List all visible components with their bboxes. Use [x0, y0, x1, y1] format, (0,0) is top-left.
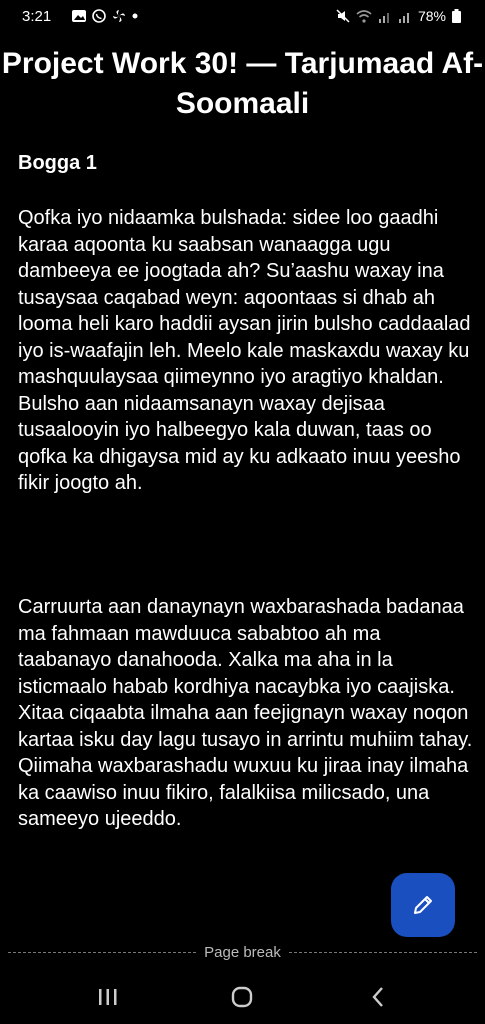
paragraph: Carruurta aan danaynayn waxbarashada bad… [18, 596, 473, 830]
signal-icon [378, 12, 389, 23]
recents-button[interactable] [88, 982, 128, 1012]
page-heading: Bogga 1 [18, 152, 97, 174]
wifi-icon [356, 9, 372, 23]
image-icon [72, 10, 86, 22]
divider [288, 951, 478, 953]
whatsapp-icon [92, 9, 106, 23]
signal-icon [398, 12, 409, 23]
back-button[interactable] [358, 982, 398, 1012]
battery-icon [452, 9, 461, 23]
mute-icon [336, 9, 350, 23]
notification-icons [72, 9, 138, 23]
home-icon [231, 986, 253, 1008]
back-icon [372, 987, 383, 1007]
page-break-label: Page break [204, 943, 281, 961]
dot-icon [132, 13, 138, 19]
recents-icon [99, 989, 117, 1005]
battery-level: 78% [417, 8, 446, 24]
fan-icon [113, 10, 125, 22]
pencil-icon [414, 896, 432, 914]
status-bar: 3:21 78% [0, 0, 485, 34]
page-break: Page break [0, 940, 485, 964]
navigation-bar [0, 972, 485, 1024]
status-time: 3:21 [22, 8, 52, 25]
paragraph: Qofka iyo nidaamka bulshada: sidee loo g… [18, 207, 471, 494]
system-status: 78% [336, 8, 461, 24]
document-title: Project Work 30! — Tarjumaad Af-Soomaali [1, 47, 484, 120]
divider [8, 951, 197, 953]
home-button[interactable] [222, 982, 262, 1012]
edit-button[interactable] [391, 873, 455, 937]
